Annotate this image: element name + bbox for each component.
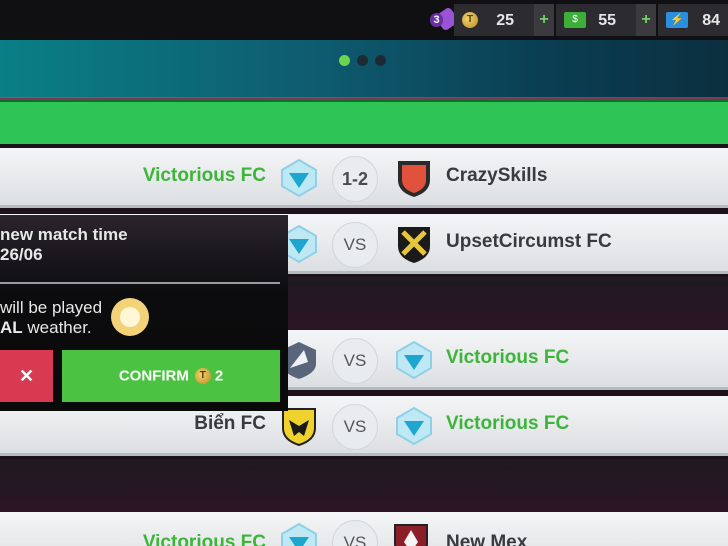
home-team-name: Victorious FC: [142, 532, 266, 546]
away-team-crest-icon: [398, 227, 430, 263]
match-vs: VS: [332, 404, 378, 450]
away-team-name: CrazySkills: [446, 165, 548, 186]
coin-icon: T: [194, 368, 211, 385]
home-team-crest-icon: [281, 522, 317, 546]
away-team-name: Victorious FC: [446, 347, 570, 368]
carousel-dot-3[interactable]: [375, 55, 386, 66]
away-team-crest-icon: [394, 524, 428, 546]
away-team-crest-icon: [396, 406, 432, 446]
carousel-dot-2[interactable]: [357, 55, 368, 66]
add-cash-button[interactable]: +: [636, 4, 656, 36]
energy-icon: ⚡: [666, 12, 688, 28]
top-bar: 3 T 25 + $ 55 + ⚡ 84: [0, 0, 728, 40]
carousel-dot-1[interactable]: [339, 55, 350, 66]
weather-text-line2: AL weather.: [0, 318, 92, 338]
weather-text-suffix: weather.: [22, 318, 92, 337]
match-row[interactable]: Victorious FC VS New Mex: [0, 512, 728, 546]
weather-text-line1: will be played: [0, 298, 103, 317]
away-team-crest-icon: [398, 161, 430, 197]
add-coins-button[interactable]: +: [534, 4, 554, 36]
coins-value: 25: [496, 12, 514, 29]
reschedule-dialog: new match time 26/06 will be played AL w…: [0, 215, 288, 411]
cash-icon: $: [564, 12, 586, 28]
home-team-name: Biển FC: [194, 413, 266, 434]
cash-value: 55: [598, 12, 616, 29]
away-team-name: New Mex: [446, 532, 528, 546]
home-team-name: Victorious FC: [142, 165, 266, 186]
confirm-button[interactable]: CONFIRM T 2: [62, 350, 280, 402]
energy-value: 84: [702, 12, 720, 29]
section-gap: [0, 459, 728, 512]
cancel-button[interactable]: ✕: [0, 350, 53, 402]
promo-banner[interactable]: [0, 40, 728, 98]
match-vs: VS: [332, 222, 378, 268]
match-vs: VS: [332, 520, 378, 546]
dialog-divider: [0, 282, 280, 284]
match-vs: VS: [332, 338, 378, 384]
coins-counter: T 25: [454, 4, 534, 36]
dialog-title: new match time: [0, 225, 128, 244]
energy-counter: ⚡ 84: [658, 4, 728, 36]
section-header-bar: [0, 100, 728, 144]
away-team-name: Victorious FC: [446, 413, 570, 434]
match-score: 1-2: [332, 156, 378, 202]
confirm-cost: 2: [214, 367, 224, 385]
notification-count: 3: [430, 13, 443, 27]
home-team-crest-icon: [281, 158, 317, 198]
away-team-name: UpsetCircumst FC: [446, 231, 612, 252]
carousel-dots: [339, 55, 386, 66]
sun-weather-icon: [111, 298, 149, 336]
weather-type: AL: [0, 318, 23, 337]
confirm-label: CONFIRM: [118, 367, 189, 385]
away-team-crest-icon: [396, 340, 432, 380]
coin-icon: T: [462, 12, 478, 28]
dialog-date: 26/06: [0, 245, 43, 264]
home-team-crest-icon: [282, 408, 316, 446]
cash-counter: $ 55: [556, 4, 636, 36]
match-row[interactable]: Victorious FC 1-2 CrazySkills: [0, 148, 728, 208]
